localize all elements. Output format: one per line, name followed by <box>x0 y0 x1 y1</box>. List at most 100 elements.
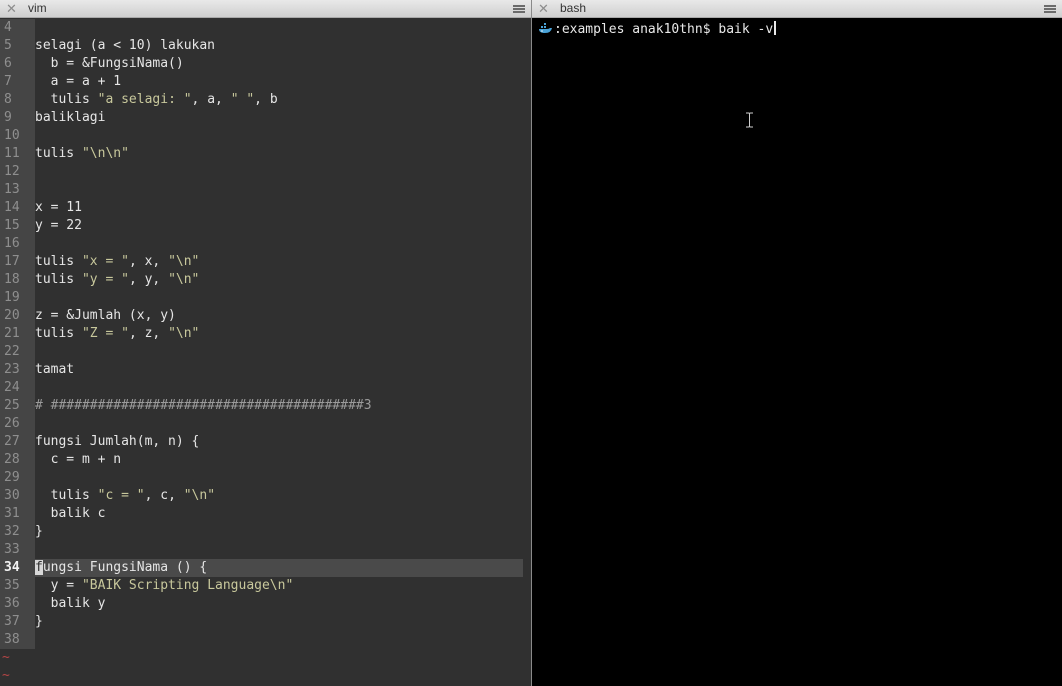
code-line[interactable]: 16 <box>0 235 531 253</box>
code-text: b = &FungsiNama() <box>35 55 184 73</box>
line-number: 11 <box>0 145 35 163</box>
code-line[interactable]: 32} <box>0 523 531 541</box>
line-number: 19 <box>0 289 35 307</box>
code-line[interactable]: 18 tulis "y = ", y, "\n" <box>0 271 531 289</box>
empty-line-tilde: ~ <box>2 668 10 683</box>
code-text: x = 11 <box>35 199 82 217</box>
string-literal: "\n\n" <box>81 146 129 161</box>
line-number: 21 <box>0 325 35 343</box>
vim-tab[interactable]: ✕ vim <box>0 0 531 18</box>
code-text: a = a + 1 <box>35 73 121 91</box>
close-icon[interactable]: ✕ <box>6 0 17 17</box>
code-token: tulis <box>35 146 82 161</box>
close-icon[interactable]: ✕ <box>538 0 549 17</box>
code-line[interactable]: 30 tulis "c = ", c, "\n" <box>0 487 531 505</box>
string-literal: "\n" <box>168 254 200 269</box>
code-line[interactable]: 9 baliklagi <box>0 109 531 127</box>
code-token: , b <box>254 92 278 107</box>
code-line[interactable]: 35 y = "BAIK Scripting Language\n" <box>0 577 531 595</box>
code-text: y = 22 <box>35 217 82 235</box>
code-line[interactable]: 17 tulis "x = ", x, "\n" <box>0 253 531 271</box>
code-line[interactable]: 13 <box>0 181 531 199</box>
comment-text: # ######################################… <box>35 398 372 413</box>
code-text: } <box>35 613 43 631</box>
code-editor[interactable]: 4 5 selagi (a < 10) lakukan 6 b = &FungsiNa… <box>0 19 531 685</box>
code-line[interactable]: 29 <box>0 469 531 487</box>
line-number: 24 <box>0 379 35 397</box>
code-text: tulis "y = ", y, "\n" <box>35 271 199 289</box>
bash-tab[interactable]: ✕ bash <box>532 0 1062 18</box>
prompt-line: :examples anak10thn$ baik -v <box>538 21 777 39</box>
command-text[interactable]: baik -v <box>718 22 773 37</box>
code-token: a = a + 1 <box>35 74 122 89</box>
code-line[interactable]: 22 <box>0 343 531 361</box>
code-line[interactable]: 26 <box>0 415 531 433</box>
line-number: 20 <box>0 307 35 325</box>
code-line[interactable]: 11 tulis "\n\n" <box>0 145 531 163</box>
code-line[interactable]: 38 <box>0 631 531 649</box>
code-line[interactable]: 25 # ####################################… <box>0 397 531 415</box>
code-token: } <box>35 614 43 629</box>
menu-icon[interactable] <box>513 5 525 13</box>
line-number: 26 <box>0 415 35 433</box>
bash-pane[interactable]: ✕ bash :examples anak10thn$ baik -v <box>532 0 1062 686</box>
code-line[interactable]: 6 b = &FungsiNama() <box>0 55 531 73</box>
line-number: 10 <box>0 127 35 145</box>
line-number: 14 <box>0 199 35 217</box>
code-line[interactable]: 36 balik y <box>0 595 531 613</box>
code-line[interactable]: 31 balik c <box>0 505 531 523</box>
menu-icon[interactable] <box>1044 5 1056 13</box>
code-line[interactable]: 24 <box>0 379 531 397</box>
code-line[interactable]: 27 fungsi Jumlah(m, n) { <box>0 433 531 451</box>
whale-icon <box>539 23 552 33</box>
code-line[interactable]: 37} <box>0 613 531 631</box>
vim-pane[interactable]: ✕ vim 4 5 selagi (a < 10) lakukan 6 b = &Fu… <box>0 0 531 686</box>
code-token: } <box>35 524 43 539</box>
code-line[interactable]: 12 <box>0 163 531 181</box>
code-text: fungsi FungsiNama () { <box>35 559 207 577</box>
code-text: selagi (a < 10) lakukan <box>35 37 215 55</box>
string-literal: " " <box>230 92 255 107</box>
string-literal: "\n" <box>168 326 200 341</box>
code-line[interactable]: 15 y = 22 <box>0 217 531 235</box>
line-number: 33 <box>0 541 35 559</box>
code-line[interactable]: 4 <box>0 19 531 37</box>
prompt-text: :examples anak10thn$ <box>554 22 719 37</box>
line-number: 37 <box>0 613 35 631</box>
vim-tab-title: vim <box>28 1 47 15</box>
line-number: 34 <box>0 559 35 577</box>
code-line[interactable]: 33 <box>0 541 531 559</box>
code-token: , x, <box>128 254 169 269</box>
code-line[interactable]: 10 <box>0 127 531 145</box>
code-token: balik c <box>35 506 106 521</box>
ibeam-cursor-icon <box>746 112 753 128</box>
code-line[interactable]: 23 tamat <box>0 361 531 379</box>
code-text: } <box>35 523 43 541</box>
string-literal: "BAIK Scripting Language\n" <box>81 578 294 593</box>
code-line[interactable]: 7 a = a + 1 <box>0 73 531 91</box>
code-line[interactable]: 14 x = 11 <box>0 199 531 217</box>
code-text: tulis "\n\n" <box>35 145 129 163</box>
line-number: 31 <box>0 505 35 523</box>
code-line-current[interactable]: 34 fungsi FungsiNama () { <box>0 559 523 577</box>
line-number: 8 <box>0 91 35 109</box>
code-line[interactable]: 21 tulis "Z = ", z, "\n" <box>0 325 531 343</box>
code-token: balik y <box>35 596 106 611</box>
code-line[interactable]: 28 c = m + n <box>0 451 531 469</box>
code-text: tulis "Z = ", z, "\n" <box>35 325 199 343</box>
code-line[interactable]: 20 z = &Jumlah (x, y) <box>0 307 531 325</box>
code-text: fungsi Jumlah(m, n) { <box>35 433 199 451</box>
code-line[interactable]: 8 tulis "a selagi: ", a, " ", b <box>0 91 531 109</box>
line-number: 6 <box>0 55 35 73</box>
line-number: 25 <box>0 397 35 415</box>
line-number: 17 <box>0 253 35 271</box>
code-line[interactable]: 19 <box>0 289 531 307</box>
code-line[interactable]: 5 selagi (a < 10) lakukan <box>0 37 531 55</box>
terminal-output[interactable]: :examples anak10thn$ baik -v <box>532 19 1062 686</box>
line-number: 12 <box>0 163 35 181</box>
bash-tab-title: bash <box>560 1 587 15</box>
code-text: tulis "a selagi: ", a, " ", b <box>35 91 278 109</box>
code-token: x = 11 <box>35 200 82 215</box>
code-token: , y, <box>128 272 169 287</box>
line-number: 28 <box>0 451 35 469</box>
